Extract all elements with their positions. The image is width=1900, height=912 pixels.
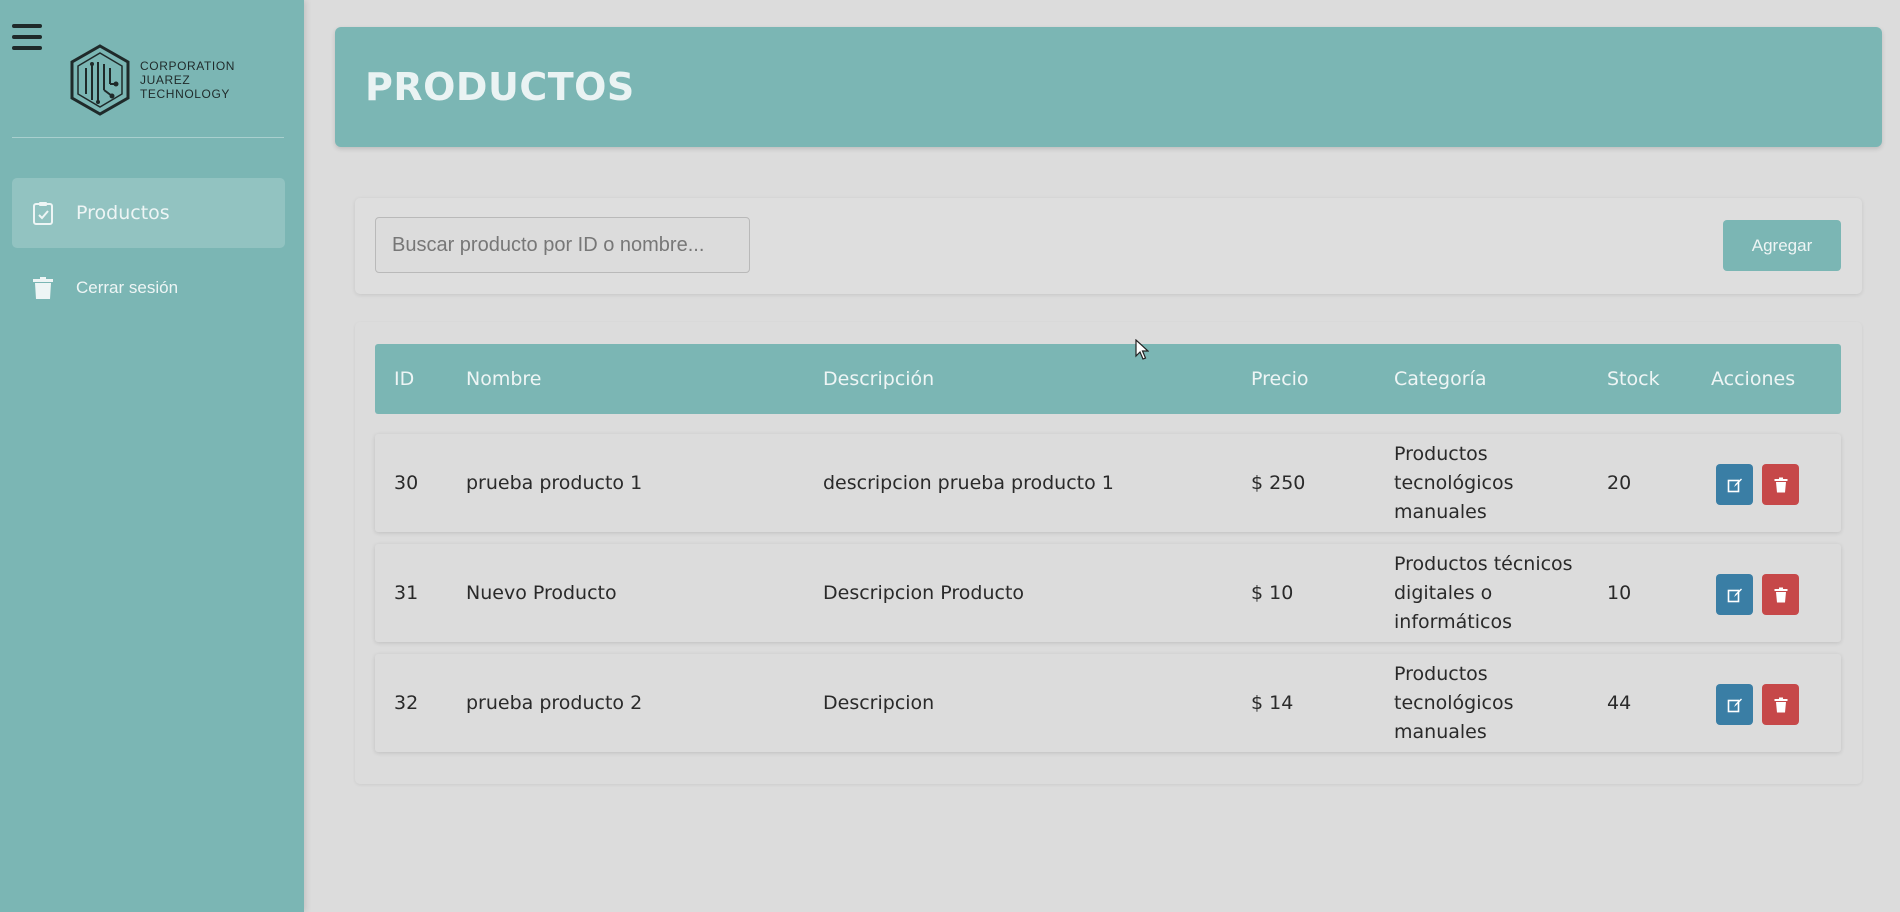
cell-id: 32: [394, 691, 419, 714]
delete-button[interactable]: [1762, 574, 1799, 615]
sidebar-item-productos[interactable]: Productos: [12, 178, 285, 248]
cell-id: 30: [394, 471, 419, 494]
column-header-acciones: Acciones: [1711, 368, 1796, 390]
cell-precio: $ 250: [1251, 471, 1306, 494]
sidebar-divider: [12, 137, 284, 138]
sidebar-item-cerrar-sesion[interactable]: Cerrar sesión: [12, 252, 285, 324]
column-header-nombre: Nombre: [466, 368, 542, 390]
circuit-logo-icon: [70, 44, 130, 116]
cell-descripcion: Descripcion Producto: [823, 581, 1025, 604]
column-header-descripcion: Descripción: [823, 368, 935, 390]
trash-icon: [1774, 477, 1787, 492]
cell-descripcion: Descripcion: [823, 691, 935, 714]
edit-icon: [1727, 588, 1742, 602]
sidebar: CORPORATION JUAREZ TECHNOLOGY Productos …: [0, 0, 304, 912]
table-row: 32 prueba producto 2 Descripcion $ 14 Pr…: [375, 654, 1841, 752]
column-header-id: ID: [394, 368, 415, 390]
edit-button[interactable]: [1716, 684, 1753, 725]
cell-stock: 10: [1607, 581, 1632, 604]
products-table: ID Nombre Descripción Precio Categoría S…: [355, 322, 1862, 784]
logo-text: CORPORATION JUAREZ TECHNOLOGY: [140, 59, 236, 101]
cell-nombre: prueba producto 1: [466, 471, 643, 494]
cell-id: 31: [394, 581, 419, 604]
column-header-precio: Precio: [1251, 368, 1309, 390]
cell-categoria: Productos técnicos digitales o informáti…: [1394, 552, 1573, 633]
mouse-cursor-icon: [1135, 339, 1149, 360]
page-header: PRODUCTOS: [335, 27, 1882, 147]
search-input[interactable]: [375, 217, 750, 273]
edit-button[interactable]: [1716, 464, 1753, 505]
page-title: PRODUCTOS: [365, 65, 635, 109]
company-logo: CORPORATION JUAREZ TECHNOLOGY: [68, 44, 235, 116]
column-header-stock: Stock: [1607, 368, 1660, 390]
add-button[interactable]: Agregar: [1723, 220, 1841, 271]
table-row: 31 Nuevo Producto Descripcion Producto $…: [375, 544, 1841, 642]
cell-stock: 44: [1607, 691, 1632, 714]
trash-icon: [1774, 697, 1787, 712]
edit-button[interactable]: [1716, 574, 1753, 615]
cell-descripcion: descripcion prueba producto 1: [823, 471, 1114, 494]
table-header: ID Nombre Descripción Precio Categoría S…: [375, 344, 1841, 414]
cell-nombre: prueba producto 2: [466, 691, 643, 714]
cell-stock: 20: [1607, 471, 1632, 494]
hamburger-menu-icon[interactable]: [12, 24, 42, 50]
cell-precio: $ 14: [1251, 691, 1294, 714]
delete-button[interactable]: [1762, 464, 1799, 505]
edit-icon: [1727, 698, 1742, 712]
trash-icon: [1774, 587, 1787, 602]
cell-categoria: Productos tecnológicos manuales: [1394, 662, 1514, 743]
trash-icon: [33, 277, 53, 299]
delete-button[interactable]: [1762, 684, 1799, 725]
cell-nombre: Nuevo Producto: [466, 581, 617, 604]
toolbar-panel: Agregar: [355, 198, 1862, 294]
clipboard-check-icon: [33, 202, 53, 225]
table-row: 30 prueba producto 1 descripcion prueba …: [375, 434, 1841, 532]
column-header-categoria: Categoría: [1394, 368, 1487, 390]
sidebar-item-label: Productos: [76, 202, 170, 224]
edit-icon: [1727, 478, 1742, 492]
sidebar-item-label: Cerrar sesión: [76, 278, 179, 297]
cell-precio: $ 10: [1251, 581, 1294, 604]
cell-categoria: Productos tecnológicos manuales: [1394, 442, 1514, 523]
